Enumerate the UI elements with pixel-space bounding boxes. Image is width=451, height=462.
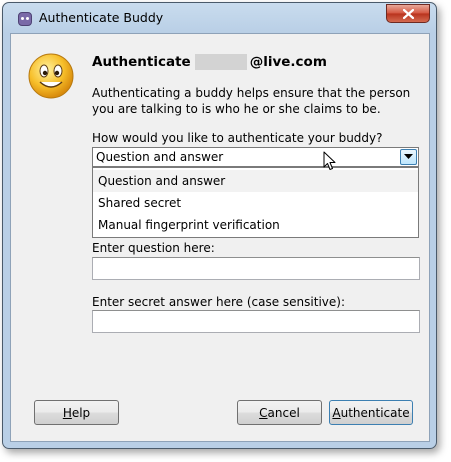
authenticate-label-rest: uthenticate bbox=[340, 405, 410, 420]
answer-input[interactable] bbox=[92, 310, 420, 333]
help-button[interactable]: Help bbox=[34, 400, 119, 425]
pidgin-app-icon bbox=[18, 12, 32, 26]
redacted-username bbox=[194, 54, 247, 70]
help-label-rest: elp bbox=[71, 405, 91, 420]
dropdown-button[interactable] bbox=[400, 149, 417, 165]
authenticate-buddy-window: Authenticate Buddy Authenticate @live.co… bbox=[2, 2, 437, 449]
cancel-button[interactable]: Cancel bbox=[237, 400, 322, 425]
title-bar[interactable]: Authenticate Buddy bbox=[3, 3, 436, 33]
authenticate-mnemonic: A bbox=[332, 405, 341, 420]
close-button[interactable] bbox=[386, 4, 430, 23]
dialog-body: Authenticate @live.com Authenticating a … bbox=[10, 33, 430, 442]
close-icon bbox=[402, 8, 414, 19]
smiley-icon bbox=[28, 53, 74, 99]
cancel-mnemonic: C bbox=[259, 405, 268, 420]
question-label: Enter question here: bbox=[92, 241, 215, 255]
option-manual-fingerprint[interactable]: Manual fingerprint verification bbox=[93, 214, 418, 236]
method-dropdown-list: Question and answer Shared secret Manual… bbox=[92, 167, 419, 238]
header-account-suffix: @live.com bbox=[249, 54, 327, 70]
dialog-header: Authenticate @live.com bbox=[92, 54, 327, 70]
help-mnemonic: H bbox=[62, 405, 72, 420]
window-title: Authenticate Buddy bbox=[39, 10, 164, 25]
option-shared-secret[interactable]: Shared secret bbox=[93, 192, 418, 214]
answer-label: Enter secret answer here (case sensitive… bbox=[92, 295, 345, 309]
mouse-cursor-icon bbox=[323, 151, 336, 170]
cancel-label-rest: ancel bbox=[267, 405, 300, 420]
method-select[interactable]: Question and answer bbox=[92, 147, 419, 167]
header-prefix: Authenticate bbox=[92, 54, 191, 70]
question-input[interactable] bbox=[92, 257, 420, 280]
chevron-down-icon bbox=[404, 154, 413, 159]
authenticate-button[interactable]: Authenticate bbox=[329, 400, 413, 425]
method-label: How would you like to authenticate your … bbox=[92, 131, 383, 145]
option-question-and-answer[interactable]: Question and answer bbox=[93, 170, 418, 192]
method-selected-value: Question and answer bbox=[96, 150, 224, 164]
description-text: Authenticating a buddy helps ensure that… bbox=[92, 86, 411, 116]
